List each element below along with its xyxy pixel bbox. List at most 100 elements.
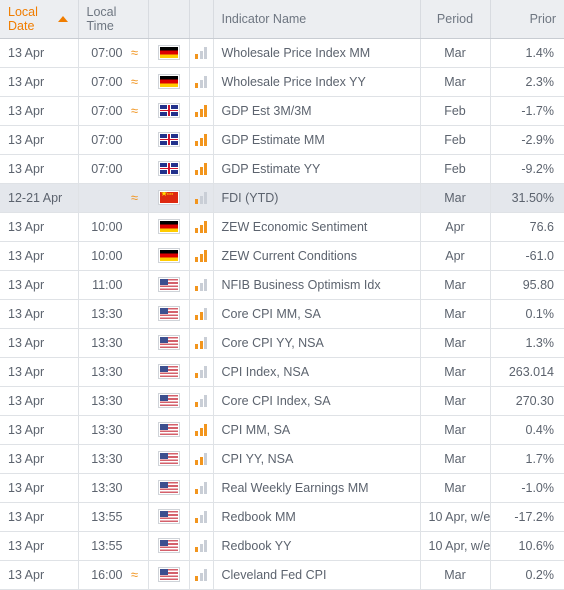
cell-prior: -2.9% <box>490 125 564 155</box>
cell-indicator-name[interactable]: Wholesale Price Index MM <box>213 38 421 68</box>
column-header-country-flag[interactable] <box>148 0 190 39</box>
cell-indicator-name[interactable]: CPI YY, NSA <box>213 444 421 474</box>
local-time-value: 13:30 <box>91 451 123 466</box>
table-row[interactable]: 13 Apr13:30≈ CPI MM, SAMar0.4% <box>0 415 564 445</box>
cell-country-flag <box>148 183 190 213</box>
table-row[interactable]: 13 Apr 16:00 ≈ Cleveland Fed CPI Mar 0.2% <box>0 560 564 590</box>
column-header-volatility[interactable] <box>189 0 214 39</box>
table-row[interactable]: 13 Apr 07:00 ≈ GDP Est 3M/3M Feb -1.7% <box>0 96 564 126</box>
column-header-prior[interactable]: Prior <box>490 0 564 39</box>
table-row[interactable]: 13 Apr 07:00 ≈ Wholesale Price Index MM Mar 1… <box>0 38 564 68</box>
table-row[interactable]: 13 Apr07:00≈ GDP Estimate MMFeb-2.9% <box>0 125 564 155</box>
cell-country-flag <box>148 38 190 68</box>
column-header-local-time[interactable]: Local Time <box>78 0 149 39</box>
cell-volatility <box>189 502 214 532</box>
table-row[interactable]: 12-21 Apr ≈ FDI (YTD)Mar31.50% <box>0 183 564 213</box>
cell-indicator-name[interactable]: ZEW Current Conditions <box>213 241 421 271</box>
cell-volatility <box>189 38 214 68</box>
cell-country-flag <box>148 473 190 503</box>
volatility-bars-icon <box>195 76 207 89</box>
cell-country-flag <box>148 328 190 358</box>
cell-indicator-name[interactable]: ZEW Economic Sentiment <box>213 212 421 242</box>
cell-period: Mar <box>420 328 491 358</box>
column-header-local-date[interactable]: Local Date <box>0 0 79 39</box>
cell-local-date: 13 Apr <box>0 560 79 590</box>
local-time-value: 07:00 <box>91 161 123 176</box>
cell-volatility <box>189 212 214 242</box>
cell-country-flag <box>148 212 190 242</box>
cell-period: Mar <box>420 560 491 590</box>
sort-ascending-icon[interactable] <box>57 15 68 22</box>
table-row[interactable]: 13 Apr13:30≈ Core CPI MM, SAMar0.1% <box>0 299 564 329</box>
cell-indicator-name[interactable]: CPI MM, SA <box>213 415 421 445</box>
approximate-time-icon: ≈ <box>130 567 139 582</box>
cell-indicator-name[interactable]: Core CPI YY, NSA <box>213 328 421 358</box>
cell-local-date: 13 Apr <box>0 241 79 271</box>
table-row[interactable]: 13 Apr13:30≈ CPI Index, NSAMar263.014 <box>0 357 564 387</box>
cell-prior: 0.1% <box>490 299 564 329</box>
cell-local-date: 13 Apr <box>0 67 79 97</box>
cell-indicator-name[interactable]: Redbook YY <box>213 531 421 561</box>
cell-country-flag <box>148 444 190 474</box>
table-row[interactable]: 13 Apr10:00≈ ZEW Economic SentimentApr76.… <box>0 212 564 242</box>
flag-us-icon <box>157 393 180 409</box>
flag-gb-icon <box>157 161 180 177</box>
cell-local-date: 13 Apr <box>0 96 79 126</box>
cell-prior: 270.30 <box>490 386 564 416</box>
cell-prior: -9.2% <box>490 154 564 184</box>
table-row[interactable]: 13 Apr10:00≈ ZEW Current ConditionsApr-61… <box>0 241 564 271</box>
local-time-value: 13:30 <box>91 393 123 408</box>
column-header-indicator-name[interactable]: Indicator Name <box>213 0 421 39</box>
cell-local-time: 07:00≈ <box>78 125 149 155</box>
cell-indicator-name[interactable]: FDI (YTD) <box>213 183 421 213</box>
flag-us-icon <box>157 335 180 351</box>
table-header: Local Date Local Time Indicator Name Per… <box>0 0 564 39</box>
cell-prior: 0.4% <box>490 415 564 445</box>
cell-volatility <box>189 473 214 503</box>
local-time-value: 11:00 <box>92 277 123 292</box>
volatility-bars-icon <box>195 163 207 176</box>
cell-indicator-name[interactable]: Redbook MM <box>213 502 421 532</box>
table-row[interactable]: 13 Apr13:30≈ Core CPI Index, SAMar270.30 <box>0 386 564 416</box>
column-header-local-time-line1: Local <box>86 4 117 19</box>
local-time-value: 13:30 <box>91 306 123 321</box>
table-row[interactable]: 13 Apr13:30≈ Core CPI YY, NSAMar1.3% <box>0 328 564 358</box>
table-row[interactable]: 13 Apr13:30≈ Real Weekly Earnings MMMar-1… <box>0 473 564 503</box>
cell-indicator-name[interactable]: Real Weekly Earnings MM <box>213 473 421 503</box>
cell-period: 10 Apr, w/e <box>420 531 491 561</box>
table-row[interactable]: 13 Apr07:00≈ GDP Estimate YYFeb-9.2% <box>0 154 564 184</box>
table-row[interactable]: 13 Apr 07:00 ≈ Wholesale Price Index YY Mar 2… <box>0 67 564 97</box>
cell-local-date: 13 Apr <box>0 270 79 300</box>
volatility-bars-icon <box>195 308 207 321</box>
cell-indicator-name[interactable]: Core CPI Index, SA <box>213 386 421 416</box>
approximate-time-icon: ≈ <box>130 190 139 205</box>
cell-prior: -61.0 <box>490 241 564 271</box>
cell-country-flag <box>148 299 190 329</box>
cell-indicator-name[interactable]: CPI Index, NSA <box>213 357 421 387</box>
cell-indicator-name[interactable]: GDP Estimate MM <box>213 125 421 155</box>
cell-indicator-name[interactable]: Core CPI MM, SA <box>213 299 421 329</box>
cell-indicator-name[interactable]: GDP Estimate YY <box>213 154 421 184</box>
cell-local-date: 13 Apr <box>0 299 79 329</box>
volatility-bars-icon <box>195 482 207 495</box>
cell-country-flag <box>148 154 190 184</box>
column-header-local-time-line2: Time <box>86 18 114 33</box>
table-row[interactable]: 13 Apr13:30≈ CPI YY, NSAMar1.7% <box>0 444 564 474</box>
flag-us-icon <box>157 538 180 554</box>
cell-local-time: 07:00≈ <box>78 154 149 184</box>
cell-indicator-name[interactable]: GDP Est 3M/3M <box>213 96 421 126</box>
cell-indicator-name[interactable]: Wholesale Price Index YY <box>213 67 421 97</box>
cell-country-flag <box>148 357 190 387</box>
flag-de-icon <box>157 45 180 61</box>
cell-indicator-name[interactable]: NFIB Business Optimism Idx <box>213 270 421 300</box>
flag-us-icon <box>157 509 180 525</box>
local-time-value: 13:30 <box>91 422 123 437</box>
volatility-bars-icon <box>195 279 207 292</box>
table-row[interactable]: 13 Apr13:55≈ Redbook MM10 Apr, w/e-17.2% <box>0 502 564 532</box>
cell-indicator-name[interactable]: Cleveland Fed CPI <box>213 560 421 590</box>
column-header-local-date-line1: Local <box>8 4 38 19</box>
table-row[interactable]: 13 Apr11:00≈ NFIB Business Optimism IdxMa… <box>0 270 564 300</box>
table-row[interactable]: 13 Apr13:55≈ Redbook YY10 Apr, w/e10.6% <box>0 531 564 561</box>
column-header-period[interactable]: Period <box>420 0 491 39</box>
cell-volatility <box>189 560 214 590</box>
